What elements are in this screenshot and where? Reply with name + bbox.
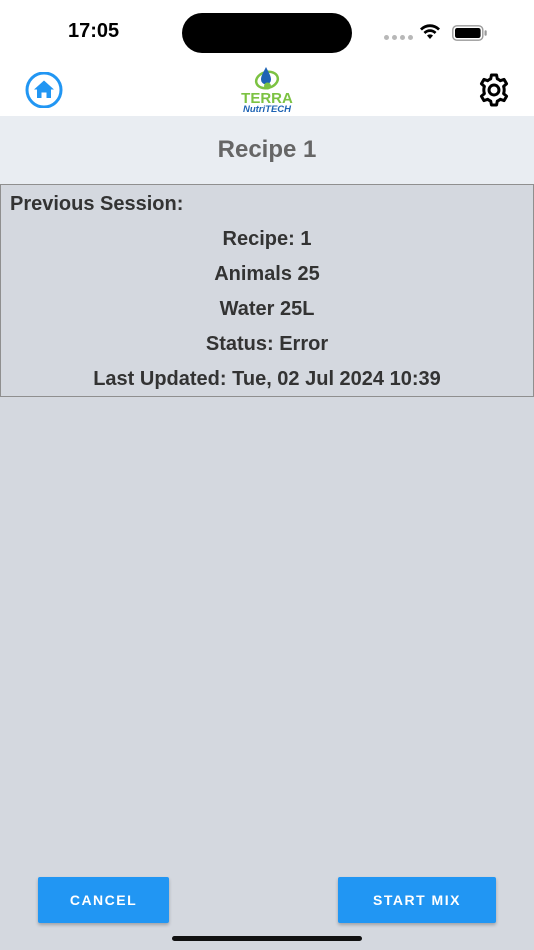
- session-recipe: Recipe: 1: [222, 228, 312, 250]
- cellular-signal-icon: [384, 35, 413, 40]
- session-status: Status: Error: [205, 333, 329, 355]
- logo-text-nutritech: NutriTECH: [243, 104, 292, 114]
- session-last-updated: Last Updated: Tue, 02 Jul 2024 10:39: [93, 368, 441, 390]
- status-bar: 17:05: [0, 0, 534, 64]
- home-button[interactable]: [24, 72, 64, 108]
- battery-icon: [452, 25, 487, 41]
- app-header: TERRA NutriTECH: [0, 64, 534, 116]
- home-icon: [25, 72, 63, 108]
- title-bar: Recipe 1: [0, 116, 534, 184]
- status-time: 17:05: [68, 20, 120, 42]
- session-animals: Animals 25: [214, 263, 320, 285]
- cancel-button[interactable]: CANCEL: [38, 877, 169, 923]
- page-title: Recipe 1: [217, 136, 317, 163]
- terra-nutritech-logo: TERRA NutriTECH: [241, 67, 293, 114]
- gear-icon: [479, 73, 509, 107]
- settings-button[interactable]: [474, 72, 514, 108]
- dynamic-island: [182, 13, 352, 53]
- home-indicator: [172, 936, 362, 941]
- wifi-icon: [420, 24, 440, 39]
- session-water: Water 25L: [219, 298, 315, 320]
- previous-session-heading: Previous Session:: [10, 193, 184, 215]
- previous-session-panel: Previous Session: Recipe: 1 Animals 25 W…: [0, 184, 534, 397]
- start-mix-button[interactable]: START MIX: [338, 877, 496, 923]
